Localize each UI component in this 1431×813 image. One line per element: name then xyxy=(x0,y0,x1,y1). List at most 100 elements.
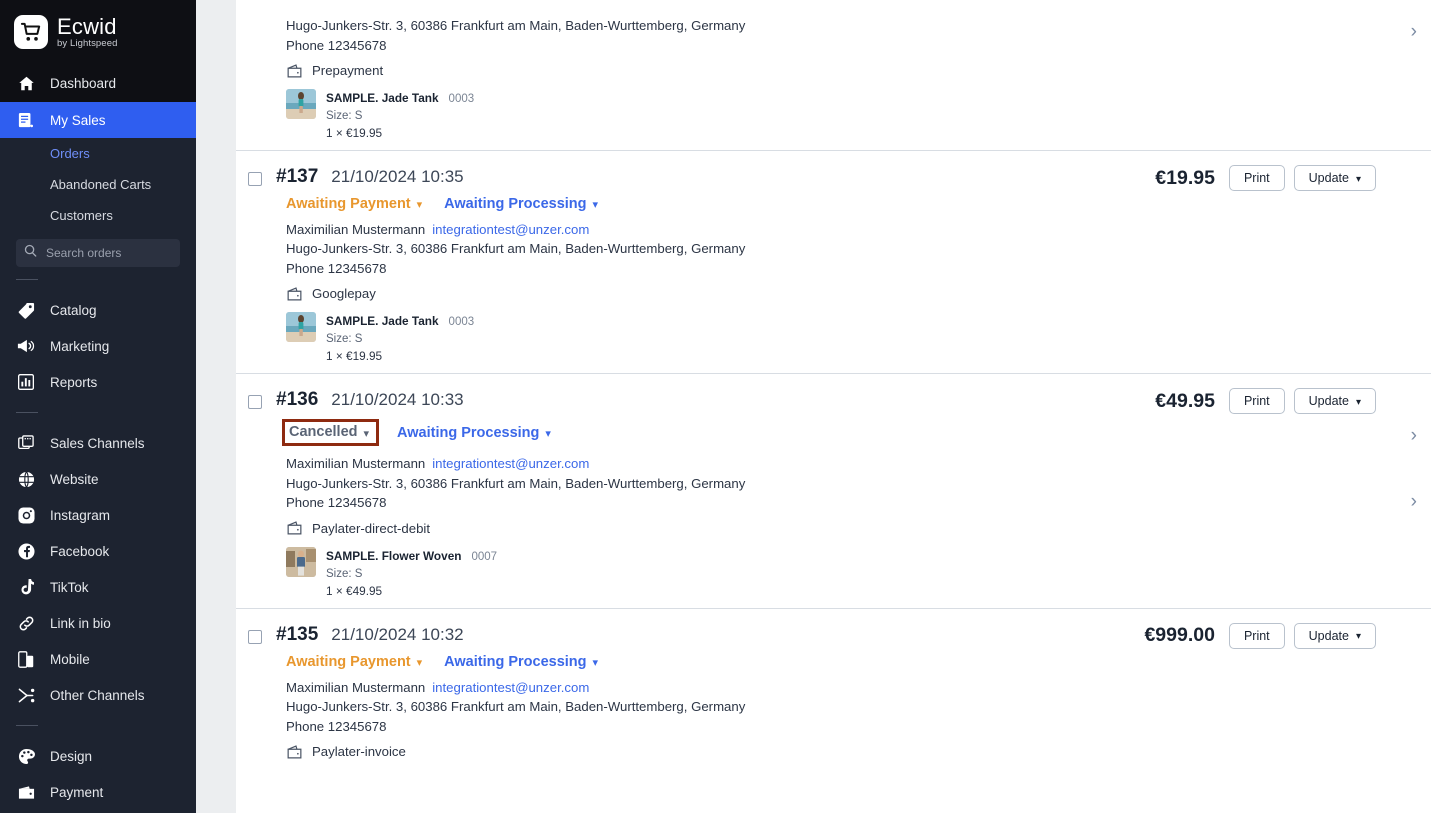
payment-status-dropdown-highlighted[interactable]: Cancelled ▾ xyxy=(282,419,380,447)
chevron-down-icon: ▾ xyxy=(592,657,599,670)
order-item[interactable]: SAMPLE. Flower Woven 0007 Size: S 1 × €49… xyxy=(236,546,1431,598)
sidebar-label-reports: Reports xyxy=(50,374,98,390)
sidebar-item-website[interactable]: Website xyxy=(0,461,196,497)
facebook-icon xyxy=(16,541,36,561)
sidebar-label-other-channels: Other Channels xyxy=(50,687,145,703)
order-card-137[interactable]: #137 21/10/2024 10:35 Awaiting Payment ▾… xyxy=(236,151,1431,445)
fulfillment-status-dropdown[interactable]: Awaiting Processing ▾ xyxy=(397,425,551,441)
product-option: Size: S xyxy=(326,567,363,580)
order-actions: €19.95 Print Update ▾ xyxy=(1155,165,1431,191)
share-icon xyxy=(16,685,36,705)
sidebar-item-reports[interactable]: Reports xyxy=(0,364,196,400)
customer-email[interactable]: integrationtest@unzer.com xyxy=(432,456,589,471)
sidebar-label-marketing: Marketing xyxy=(50,338,110,354)
order-item[interactable]: SAMPLE. Jade Tank 0003 Size: S 1 × €19.95 xyxy=(236,312,1431,363)
sidebar-divider-2 xyxy=(16,412,38,413)
sidebar-item-my-sales[interactable]: My Sales xyxy=(0,102,196,138)
sidebar-label-mobile: Mobile xyxy=(50,651,90,667)
jade-tank-photo xyxy=(286,312,316,343)
fulfillment-status-label: Awaiting Processing xyxy=(444,653,587,670)
print-button[interactable]: Print xyxy=(1228,165,1285,191)
order-card-136[interactable]: #136 21/10/2024 10:33 Cancelled ▾ Awaiti… xyxy=(236,374,1431,609)
megaphone-icon xyxy=(16,336,36,356)
product-sku: 0003 xyxy=(448,316,475,329)
customer-name: Maximilian Mustermann xyxy=(286,456,426,472)
order-total: €999.00 xyxy=(1144,624,1215,647)
print-button[interactable]: Print xyxy=(1228,622,1285,649)
product-quantity-price: 1 × €49.95 xyxy=(326,583,383,598)
update-button[interactable]: Update ▾ xyxy=(1293,622,1376,649)
sidebar-item-link-in-bio[interactable]: Link in bio xyxy=(0,605,196,641)
tiktok-icon xyxy=(16,577,36,597)
sidebar-item-abandoned-carts[interactable]: Abandoned Carts xyxy=(0,169,196,200)
update-button[interactable]: Update ▾ xyxy=(1293,165,1376,191)
chevron-right-icon[interactable]: › xyxy=(1411,22,1417,41)
order-total: €49.95 xyxy=(1155,389,1215,412)
order-card-partial[interactable]: Hugo-Junkers-Str. 3, 60386 Frankfurt am … xyxy=(236,0,1431,151)
wallet-icon xyxy=(286,743,303,760)
sidebar-item-dashboard[interactable]: Dashboard xyxy=(0,64,196,102)
bar-chart-icon xyxy=(16,372,36,392)
mobile-icon xyxy=(16,649,36,669)
link-icon xyxy=(16,613,36,633)
sidebar-label-payment: Payment xyxy=(50,784,104,800)
order-number: #136 xyxy=(276,389,319,411)
payment-status-dropdown[interactable]: Awaiting Payment ▾ xyxy=(286,196,422,212)
sidebar-item-sales-channels[interactable]: Sales Channels xyxy=(0,425,196,461)
sidebar-item-other-channels[interactable]: Other Channels xyxy=(0,677,196,713)
content-gutter xyxy=(196,0,236,813)
sidebar-divider-3 xyxy=(16,725,38,726)
fulfillment-status-dropdown[interactable]: Awaiting Processing ▾ xyxy=(444,196,598,212)
order-date: 21/10/2024 10:33 xyxy=(331,390,464,410)
payment-status-label: Awaiting Payment xyxy=(286,195,411,212)
sidebar-item-customers[interactable]: Customers xyxy=(0,200,196,231)
customer-email[interactable]: integrationtest@unzer.com xyxy=(432,680,589,695)
ecwid-cart-icon xyxy=(14,15,48,49)
storefront-icon xyxy=(16,433,36,453)
payment-method-row: Prepayment xyxy=(236,62,1431,79)
order-checkbox[interactable] xyxy=(248,395,262,410)
product-option: Size: S xyxy=(326,110,363,122)
sidebar-item-payment[interactable]: Payment xyxy=(0,774,196,810)
sidebar-label-instagram: Instagram xyxy=(50,507,111,523)
print-button[interactable]: Print xyxy=(1228,388,1285,415)
product-thumbnail xyxy=(286,546,316,577)
wallet-icon xyxy=(286,285,303,302)
sidebar-label-facebook: Facebook xyxy=(50,543,110,559)
sidebar-item-tiktok[interactable]: TikTok xyxy=(0,569,196,605)
order-item[interactable]: SAMPLE. Jade Tank 0003 Size: S 1 × €19.95 xyxy=(236,89,1431,140)
sidebar-item-marketing[interactable]: Marketing xyxy=(0,328,196,364)
sidebar-item-facebook[interactable]: Facebook xyxy=(0,533,196,569)
brand-name: Ecwid xyxy=(57,13,117,39)
search-orders-box[interactable] xyxy=(16,239,180,267)
search-icon xyxy=(24,244,37,262)
orders-list: Hugo-Junkers-Str. 3, 60386 Frankfurt am … xyxy=(236,0,1431,813)
receipt-icon xyxy=(16,110,36,130)
fulfillment-status-dropdown[interactable]: Awaiting Processing ▾ xyxy=(444,654,598,670)
update-button[interactable]: Update ▾ xyxy=(1293,388,1376,415)
order-checkbox[interactable] xyxy=(248,172,262,186)
payment-method-name: Paylater-direct-debit xyxy=(312,520,431,536)
customer-name: Maximilian Mustermann xyxy=(286,221,426,237)
sidebar-item-orders[interactable]: Orders xyxy=(0,138,196,169)
sidebar-item-instagram[interactable]: Instagram xyxy=(0,497,196,533)
order-address: Hugo-Junkers-Str. 3, 60386 Frankfurt am … xyxy=(286,475,746,491)
order-phone: Phone 12345678 xyxy=(286,718,387,734)
sidebar-label-sales-channels: Sales Channels xyxy=(50,435,145,451)
chevron-right-icon[interactable]: › xyxy=(1411,492,1417,511)
order-checkbox[interactable] xyxy=(248,629,262,644)
sidebar-item-mobile[interactable]: Mobile xyxy=(0,641,196,677)
sidebar-item-design[interactable]: Design xyxy=(0,738,196,774)
sidebar-item-catalog[interactable]: Catalog xyxy=(0,292,196,328)
order-card-135[interactable]: #135 21/10/2024 10:32 Awaiting Payment ▾… xyxy=(236,609,1431,770)
brand-logo[interactable]: Ecwid by Lightspeed xyxy=(0,0,196,64)
sidebar-label-customers: Customers xyxy=(50,208,113,223)
order-date: 21/10/2024 10:32 xyxy=(331,624,464,644)
chevron-down-icon: ▾ xyxy=(1355,173,1361,185)
product-title: SAMPLE. Jade Tank xyxy=(326,314,439,329)
chevron-down-icon: ▾ xyxy=(545,428,551,441)
payment-status-dropdown[interactable]: Awaiting Payment ▾ xyxy=(286,654,422,670)
search-input[interactable] xyxy=(44,245,172,261)
payment-method-name: Googlepay xyxy=(312,286,376,302)
customer-email[interactable]: integrationtest@unzer.com xyxy=(432,222,589,237)
